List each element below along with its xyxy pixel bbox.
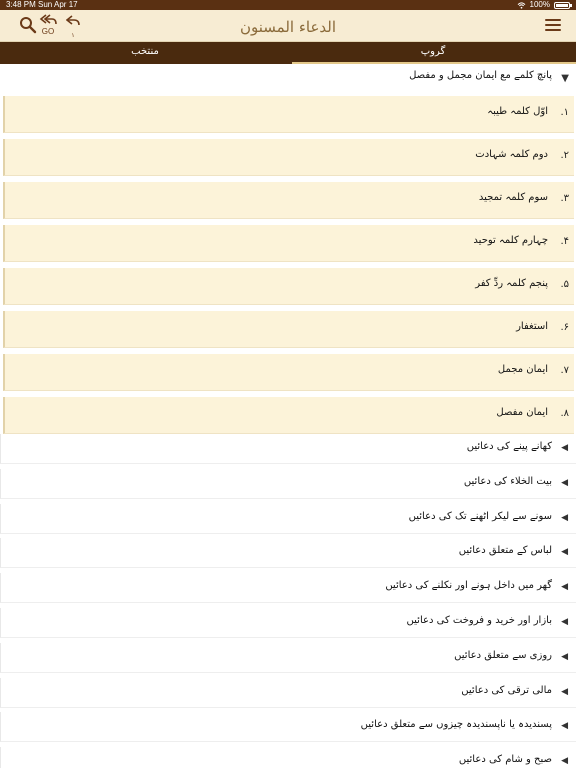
sub-item-number: ۴. <box>560 236 569 247</box>
sub-item-label: دوم کلمہ شہادت <box>475 149 548 160</box>
content-list: ▼ پانچ کلمے مع ایمان مجمل و مفصل ۱. اوّل… <box>0 64 576 768</box>
sub-item-label: استغفار <box>516 321 548 332</box>
reply-icon <box>65 15 80 26</box>
sub-item-label: ایمان مجمل <box>497 364 548 375</box>
sub-item-label: پنجم کلمہ ردِّ کفر <box>475 278 548 289</box>
triangle-left-icon: ◀ <box>561 443 568 453</box>
sub-item[interactable]: ۱. اوّل کلمہ طیبہ <box>3 96 574 133</box>
category-item[interactable]: ◀ گھر میں داخل ہونے اور نکلنے کی دعائیں <box>0 573 576 604</box>
group-header-label: پانچ کلمے مع ایمان مجمل و مفصل <box>409 70 552 81</box>
search-icon[interactable] <box>19 16 37 34</box>
reply-all-icon <box>39 14 57 25</box>
triangle-left-icon: ◀ <box>561 651 568 662</box>
battery-percent: 100% <box>529 0 550 9</box>
sub-item[interactable]: ۲. دوم کلمہ شہادت <box>3 139 574 176</box>
category-label: مالی ترقی کی دعائیں <box>461 684 552 696</box>
hamburger-menu-icon[interactable] <box>545 19 561 33</box>
triangle-left-icon: ◀ <box>561 721 568 732</box>
status-right: 100% <box>517 0 572 10</box>
status-bar: 3:48 PM Sun Apr 17 100% <box>0 0 576 10</box>
sub-item-number: ۷. <box>560 365 569 376</box>
sub-item[interactable]: ۴. چہارم کلمہ توحید <box>3 225 574 262</box>
triangle-left-icon: ◀ <box>561 756 568 767</box>
sub-item-number: ۱. <box>560 107 569 118</box>
triangle-down-icon: ▼ <box>561 73 569 84</box>
go-label: GO <box>41 27 55 36</box>
triangle-left-icon: ◀ <box>561 686 568 697</box>
triangle-left-icon: ◀ <box>561 616 568 627</box>
navigation-bar: GO ۱ الدعاء المسنون <box>0 10 576 42</box>
sub-item-label: ایمان مفصل <box>496 407 548 418</box>
battery-icon <box>554 1 572 9</box>
back-button[interactable]: ۱ <box>65 13 80 41</box>
category-label: لباس کے متعلق دعائیں <box>458 545 552 557</box>
category-item[interactable]: ◀ صبح و شام کی دعائیں <box>0 747 576 768</box>
category-item[interactable]: ◀ روزی سے متعلق دعائیں <box>0 642 576 673</box>
sub-item-number: ۲. <box>560 150 569 161</box>
status-date: Sun Apr 17 <box>38 0 78 9</box>
sub-item[interactable]: ۵. پنجم کلمہ ردِّ کفر <box>3 268 574 305</box>
category-label: پسندیدہ یا ناپسندیدہ چیزوں سے متعلق دعائ… <box>360 719 552 731</box>
sub-item-list: ۱. اوّل کلمہ طیبہ ۲. دوم کلمہ شہادت ۳. س… <box>3 96 574 440</box>
sub-item-number: ۳. <box>560 193 569 204</box>
app-title-logo: الدعاء المسنون <box>239 18 337 36</box>
sub-item[interactable]: ۸. ایمان مفصل <box>3 397 574 434</box>
sub-item[interactable]: ۶. استغفار <box>3 311 574 348</box>
back-label: ۱ <box>71 33 75 39</box>
category-label: صبح و شام کی دعائیں <box>458 754 552 766</box>
sub-item-label: اوّل کلمہ طیبہ <box>487 106 548 117</box>
category-label: گھر میں داخل ہونے اور نکلنے کی دعائیں <box>385 580 552 592</box>
triangle-left-icon: ◀ <box>561 547 568 558</box>
category-item[interactable]: ◀ بازار اور خرید و فروخت کی دعائیں <box>0 607 576 638</box>
triangle-left-icon: ◀ <box>561 582 568 593</box>
tab-favorites[interactable]: منتخب <box>0 42 290 64</box>
category-item[interactable]: ◀ کھانے پینے کی دعائیں <box>0 434 576 464</box>
category-item[interactable]: ◀ بیت الخلاء کی دعائیں <box>0 468 576 499</box>
sub-item-number: ۸. <box>560 408 569 419</box>
sub-item-label: سوم کلمہ تمجید <box>478 192 548 203</box>
sub-item-label: چہارم کلمہ توحید <box>473 235 548 246</box>
sub-item[interactable]: ۳. سوم کلمہ تمجید <box>3 182 574 219</box>
status-time: 3:48 PM <box>6 0 36 9</box>
sub-item[interactable]: ۷. ایمان مجمل <box>3 354 574 391</box>
triangle-left-icon: ◀ <box>561 477 568 488</box>
category-item[interactable]: ◀ پسندیدہ یا ناپسندیدہ چیزوں سے متعلق دع… <box>0 712 576 743</box>
category-label: کھانے پینے کی دعائیں <box>466 441 552 452</box>
category-item[interactable]: ◀ لباس کے متعلق دعائیں <box>0 538 576 569</box>
category-label: روزی سے متعلق دعائیں <box>454 649 552 661</box>
category-label: سونے سے لیکر اٹھنے تک کی دعائیں <box>408 510 552 522</box>
category-label: بیت الخلاء کی دعائیں <box>463 475 552 487</box>
go-button[interactable]: GO <box>38 13 58 41</box>
sub-item-number: ۵. <box>560 279 569 290</box>
category-label: بازار اور خرید و فروخت کی دعائیں <box>406 614 552 626</box>
sub-item-number: ۶. <box>560 322 569 333</box>
category-item[interactable]: ◀ مالی ترقی کی دعائیں <box>0 677 576 708</box>
wifi-icon <box>517 1 525 9</box>
tab-group[interactable]: گروپ <box>290 42 576 64</box>
group-header-expanded[interactable]: ▼ پانچ کلمے مع ایمان مجمل و مفصل <box>0 64 576 94</box>
category-list: ◀ کھانے پینے کی دعائیں ◀ بیت الخلاء کی د… <box>0 434 576 768</box>
tab-bar: گروپ منتخب <box>0 42 576 64</box>
category-item[interactable]: ◀ سونے سے لیکر اٹھنے تک کی دعائیں <box>0 503 576 534</box>
triangle-left-icon: ◀ <box>561 512 568 523</box>
